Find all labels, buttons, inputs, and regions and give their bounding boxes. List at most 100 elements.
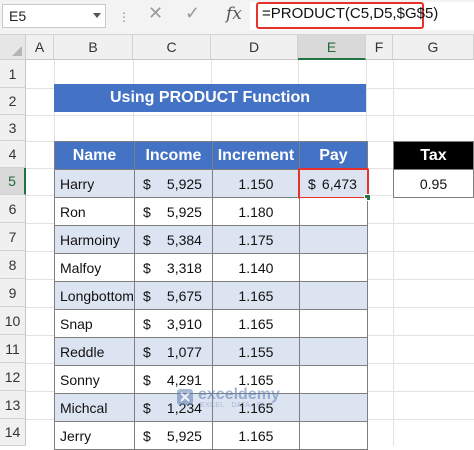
cell-name[interactable]: Michcal [54, 393, 135, 422]
row-header-8[interactable]: 8 [0, 251, 26, 279]
row-header-7[interactable]: 7 [0, 223, 26, 251]
income-value: 5,675 [166, 288, 202, 304]
header-income[interactable]: Income [133, 141, 213, 170]
column-header-b[interactable]: B [54, 35, 133, 60]
currency-symbol: $ [142, 428, 151, 444]
row-header-4[interactable]: 4 [0, 141, 26, 168]
column-header-e[interactable]: E [298, 35, 366, 60]
cancel-icon[interactable]: ✕ [148, 3, 163, 24]
cell-income[interactable]: $5,925 [133, 197, 213, 226]
formula-text[interactable]: =PRODUCT(C5,D5,$G$5) [262, 5, 438, 22]
formula-bar: E5 ⋮ ✕ ✓ fx =PRODUCT(C5,D5,$G$5) [0, 0, 474, 35]
watermark: exceldemy EXCEL · DATA · BI [176, 386, 316, 410]
header-increment[interactable]: Increment [211, 141, 300, 170]
table-row: Longbottom $5,675 1.165 [54, 281, 368, 310]
cell-pay-selected[interactable]: $6,473 [297, 168, 371, 201]
cell-pay[interactable] [298, 337, 368, 366]
name-box-value: E5 [9, 8, 27, 24]
currency-symbol: $ [142, 400, 151, 416]
header-name[interactable]: Name [54, 141, 135, 170]
row-header-14[interactable]: 14 [0, 419, 26, 446]
table-row: Harmoiny $5,384 1.175 [54, 225, 368, 254]
drag-handle-icon[interactable]: ⋮ [118, 10, 131, 24]
select-all-corner[interactable] [0, 35, 26, 60]
cell-increment[interactable]: 1.150 [211, 169, 300, 198]
column-header-c[interactable]: C [133, 35, 211, 60]
row-header-10[interactable]: 10 [0, 307, 26, 335]
tax-table: Tax 0.95 [393, 141, 474, 198]
row-header-13[interactable]: 13 [0, 391, 26, 419]
cell-increment[interactable]: 1.165 [211, 309, 300, 338]
row-header-12[interactable]: 12 [0, 363, 26, 391]
table-row: Harry $5,925 1.150 $6,473 [54, 168, 371, 201]
column-header-a[interactable]: A [26, 35, 54, 60]
name-box[interactable]: E5 [2, 4, 106, 28]
gridline [393, 60, 394, 446]
cell-increment[interactable]: 1.165 [211, 281, 300, 310]
enter-icon[interactable]: ✓ [185, 3, 200, 24]
cell-pay[interactable] [298, 253, 368, 282]
cell-name[interactable]: Longbottom [54, 281, 135, 310]
insert-function-icon[interactable]: fx [226, 4, 242, 24]
table-row: Malfoy $3,318 1.140 [54, 253, 368, 282]
cell-pay[interactable] [298, 421, 368, 450]
cell-name[interactable]: Harry [54, 169, 135, 198]
cell-pay[interactable] [298, 281, 368, 310]
income-value: 5,925 [166, 204, 202, 220]
cell-increment[interactable]: 1.140 [211, 253, 300, 282]
cell-income[interactable]: $5,675 [133, 281, 213, 310]
cell-name[interactable]: Ron [54, 197, 135, 226]
income-value: 3,910 [166, 316, 202, 332]
tax-value-cell[interactable]: 0.95 [393, 169, 474, 198]
cell-pay[interactable] [298, 197, 368, 226]
row-header-5[interactable]: 5 [0, 168, 26, 195]
cell-name[interactable]: Reddle [54, 337, 135, 366]
cell-pay[interactable] [298, 309, 368, 338]
exceldemy-logo-icon [177, 389, 193, 405]
row-header-2[interactable]: 2 [0, 88, 26, 115]
cell-income[interactable]: $1,077 [133, 337, 213, 366]
cell-name[interactable]: Sonny [54, 365, 135, 394]
cell-income[interactable]: $5,384 [133, 225, 213, 254]
tax-header[interactable]: Tax [393, 141, 474, 170]
table-row: Snap $3,910 1.165 [54, 309, 368, 338]
selection-highlight-box [297, 168, 369, 199]
cell-increment[interactable]: 1.165 [211, 421, 300, 450]
column-header-f[interactable]: F [366, 35, 393, 60]
header-pay[interactable]: Pay [298, 141, 368, 170]
cell-increment[interactable]: 1.175 [211, 225, 300, 254]
table-row: Jerry $5,925 1.165 [54, 421, 368, 450]
table-row: Reddle $1,077 1.155 [54, 337, 368, 366]
currency-symbol: $ [142, 260, 151, 276]
currency-symbol: $ [142, 316, 151, 332]
row-header-3[interactable]: 3 [0, 115, 26, 141]
currency-symbol: $ [142, 372, 151, 388]
chevron-down-icon[interactable] [93, 13, 101, 18]
row-header-1[interactable]: 1 [0, 60, 26, 88]
cell-income[interactable]: $5,925 [133, 169, 213, 198]
income-value: 5,384 [166, 232, 202, 248]
income-value: 5,925 [166, 428, 202, 444]
cell-name[interactable]: Harmoiny [54, 225, 135, 254]
cell-income[interactable]: $5,925 [133, 421, 213, 450]
currency-symbol: $ [142, 288, 151, 304]
income-value: 1,077 [166, 344, 202, 360]
row-header-6[interactable]: 6 [0, 195, 26, 223]
row-header-9[interactable]: 9 [0, 279, 26, 307]
cell-increment[interactable]: 1.180 [211, 197, 300, 226]
cell-increment[interactable]: 1.155 [211, 337, 300, 366]
income-value: 3,318 [166, 260, 202, 276]
cell-pay[interactable] [298, 225, 368, 254]
select-all-icon [12, 46, 22, 56]
cell-income[interactable]: $3,910 [133, 309, 213, 338]
income-value: 5,925 [166, 176, 202, 192]
sheet-title[interactable]: Using PRODUCT Function [54, 84, 366, 112]
cell-income[interactable]: $3,318 [133, 253, 213, 282]
row-header-11[interactable]: 11 [0, 335, 26, 363]
column-header-g[interactable]: G [393, 35, 474, 60]
cell-name[interactable]: Malfoy [54, 253, 135, 282]
currency-symbol: $ [142, 204, 151, 220]
cell-name[interactable]: Snap [54, 309, 135, 338]
column-header-d[interactable]: D [211, 35, 298, 60]
cell-name[interactable]: Jerry [54, 421, 135, 450]
